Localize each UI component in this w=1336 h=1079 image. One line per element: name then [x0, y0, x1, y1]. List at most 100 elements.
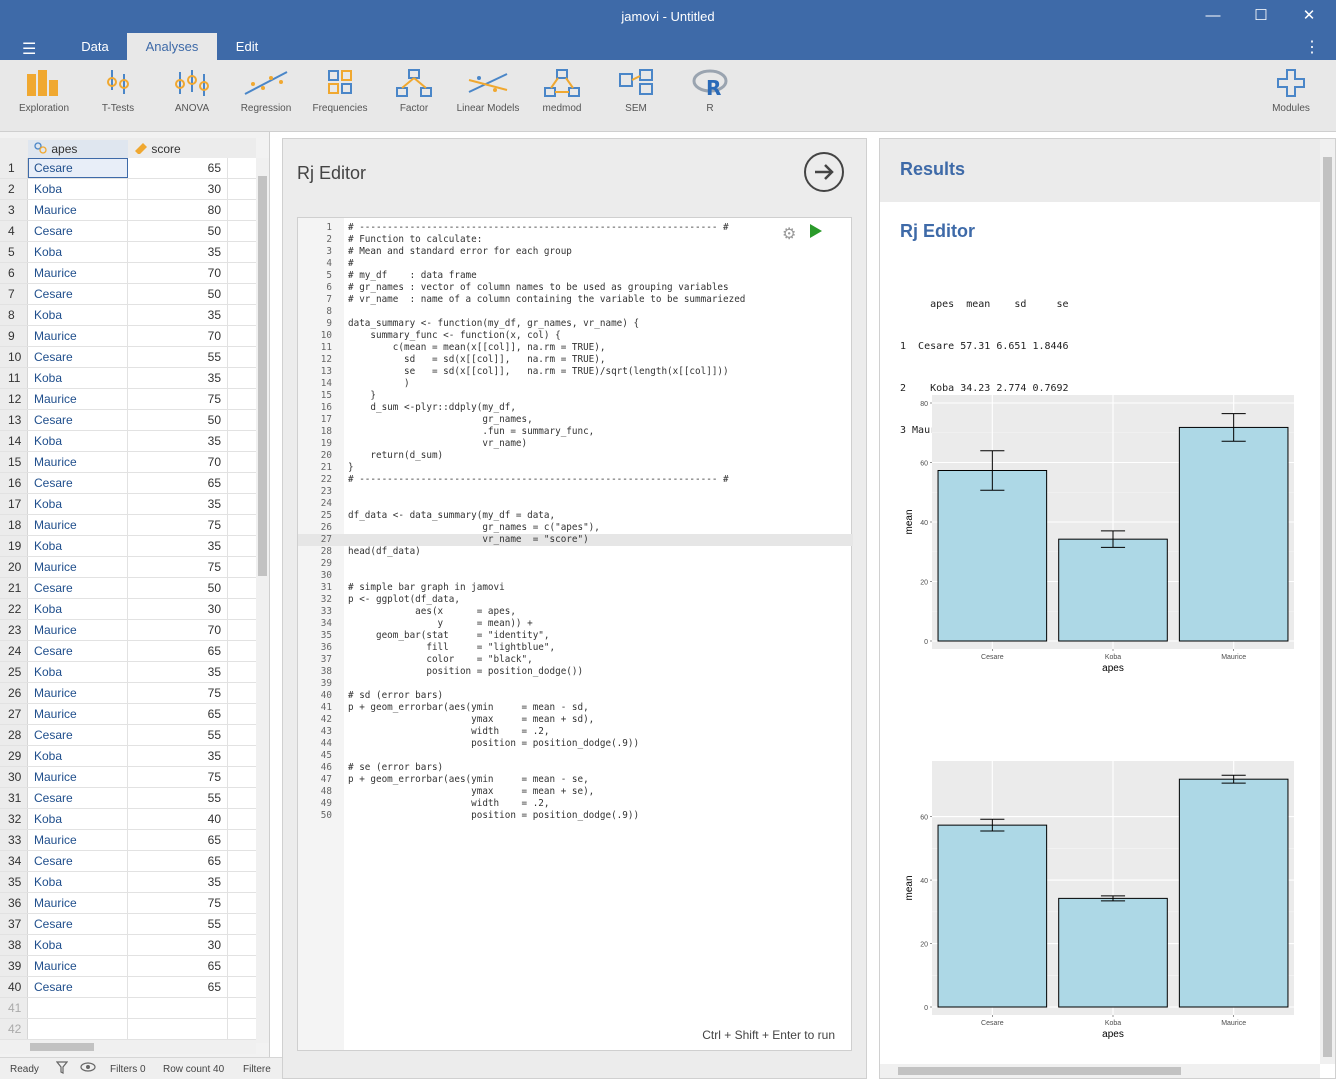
hamburger-menu-icon[interactable]: ☰ [22, 39, 36, 59]
cell-score[interactable]: 55 [128, 914, 228, 934]
linear-models-button[interactable]: Linear Models [452, 68, 524, 114]
cell-score[interactable]: 65 [128, 851, 228, 871]
code-line[interactable]: 24 [298, 498, 853, 510]
analysis-title[interactable]: Rj Editor [900, 221, 975, 242]
row-number[interactable]: 2 [0, 179, 28, 199]
code-line[interactable]: 48 ymax = mean + se), [298, 786, 853, 798]
row-number[interactable]: 28 [0, 725, 28, 745]
cell-apes[interactable]: Cesare [28, 788, 128, 808]
eye-icon[interactable] [80, 1061, 96, 1076]
cell-apes[interactable] [28, 1019, 128, 1039]
code-line[interactable]: 11 c(mean = mean(x[[col]], na.rm = TRUE)… [298, 342, 853, 354]
code-line[interactable]: 7 # vr_name : name of a column containing… [298, 294, 853, 306]
cell-score[interactable]: 30 [128, 179, 228, 199]
code-line[interactable]: 21} [298, 462, 853, 474]
cell-apes[interactable]: Koba [28, 179, 128, 199]
cell-score[interactable]: 70 [128, 452, 228, 472]
code-line[interactable]: 15 } [298, 390, 853, 402]
row-number[interactable]: 23 [0, 620, 28, 640]
sem-button[interactable]: SEM [600, 68, 672, 114]
close-button[interactable]: ✕ [1286, 4, 1332, 28]
table-row[interactable]: 6 Maurice 70 [0, 263, 256, 284]
maximize-button[interactable]: ☐ [1238, 4, 1284, 28]
row-number[interactable]: 27 [0, 704, 28, 724]
cell-score[interactable]: 75 [128, 557, 228, 577]
row-number[interactable]: 9 [0, 326, 28, 346]
data-grid[interactable]: 1 Cesare 65 2 Koba 30 3 Maurice 80 4 Cesare 50 5 Koba… [0, 158, 256, 1043]
table-row[interactable]: 5 Koba 35 [0, 242, 256, 263]
row-number[interactable]: 16 [0, 473, 28, 493]
cell-score[interactable]: 35 [128, 662, 228, 682]
results-horizontal-scrollbar[interactable] [880, 1064, 1320, 1078]
vertical-scrollbar[interactable] [256, 158, 269, 1043]
row-number[interactable]: 11 [0, 368, 28, 388]
cell-apes[interactable]: Cesare [28, 410, 128, 430]
tab-edit[interactable]: Edit [222, 33, 272, 60]
filter-icon[interactable] [55, 1061, 69, 1077]
cell-apes[interactable]: Koba [28, 872, 128, 892]
anova-button[interactable]: ANOVA [156, 68, 228, 114]
cell-score[interactable]: 75 [128, 767, 228, 787]
cell-apes[interactable]: Cesare [28, 158, 128, 178]
cell-score[interactable]: 80 [128, 200, 228, 220]
cell-score[interactable]: 75 [128, 515, 228, 535]
table-row[interactable]: 29 Koba 35 [0, 746, 256, 767]
code-line[interactable]: 2 # Function to calculate: [298, 234, 853, 246]
table-row[interactable]: 34 Cesare 65 [0, 851, 256, 872]
row-number[interactable]: 5 [0, 242, 28, 262]
cell-score[interactable]: 50 [128, 410, 228, 430]
scroll-thumb[interactable] [258, 176, 267, 576]
minimize-button[interactable]: — [1190, 4, 1236, 28]
code-line[interactable]: 4 # [298, 258, 853, 270]
row-number[interactable]: 20 [0, 557, 28, 577]
row-number[interactable]: 36 [0, 893, 28, 913]
table-row[interactable]: 20 Maurice 75 [0, 557, 256, 578]
cell-apes[interactable]: Koba [28, 305, 128, 325]
table-row[interactable]: 17 Koba 35 [0, 494, 256, 515]
cell-apes[interactable]: Maurice [28, 620, 128, 640]
play-icon[interactable] [810, 224, 822, 238]
table-row[interactable]: 7 Cesare 50 [0, 284, 256, 305]
code-line[interactable]: 20 return(d_sum) [298, 450, 853, 462]
cell-apes[interactable]: Cesare [28, 914, 128, 934]
row-number[interactable]: 7 [0, 284, 28, 304]
table-row[interactable]: 23 Maurice 70 [0, 620, 256, 641]
cell-score[interactable]: 65 [128, 830, 228, 850]
cell-apes[interactable]: Koba [28, 662, 128, 682]
scroll-thumb[interactable] [898, 1067, 1181, 1075]
cell-score[interactable]: 35 [128, 872, 228, 892]
code-line[interactable]: 34 y = mean)) + [298, 618, 853, 630]
cell-apes[interactable]: Cesare [28, 851, 128, 871]
ttests-button[interactable]: T-Tests [82, 68, 154, 114]
row-number[interactable]: 21 [0, 578, 28, 598]
row-number[interactable]: 40 [0, 977, 28, 997]
cell-score[interactable]: 40 [128, 809, 228, 829]
cell-apes[interactable]: Maurice [28, 557, 128, 577]
code-line[interactable]: 19 vr_name) [298, 438, 853, 450]
cell-score[interactable]: 55 [128, 725, 228, 745]
table-row[interactable]: 21 Cesare 50 [0, 578, 256, 599]
code-line[interactable]: 42 ymax = mean + sd), [298, 714, 853, 726]
cell-apes[interactable]: Koba [28, 494, 128, 514]
row-number[interactable]: 14 [0, 431, 28, 451]
code-line[interactable]: 3 # Mean and standard error for each grou… [298, 246, 853, 258]
table-row[interactable]: 3 Maurice 80 [0, 200, 256, 221]
exploration-button[interactable]: Exploration [8, 68, 80, 114]
code-line[interactable]: 13 se = sd(x[[col]], na.rm = TRUE)/sqrt(… [298, 366, 853, 378]
row-number[interactable]: 6 [0, 263, 28, 283]
row-number[interactable]: 19 [0, 536, 28, 556]
cell-score[interactable]: 30 [128, 935, 228, 955]
cell-apes[interactable]: Koba [28, 599, 128, 619]
modules-button[interactable]: Modules [1255, 68, 1327, 114]
row-number[interactable]: 41 [0, 998, 28, 1018]
table-row[interactable]: 40 Cesare 65 [0, 977, 256, 998]
cell-apes[interactable]: Cesare [28, 578, 128, 598]
table-row[interactable]: 26 Maurice 75 [0, 683, 256, 704]
code-line[interactable]: 36 fill = "lightblue", [298, 642, 853, 654]
factor-button[interactable]: Factor [378, 68, 450, 114]
cell-apes[interactable]: Koba [28, 746, 128, 766]
more-options-icon[interactable]: ⋮ [1304, 37, 1320, 57]
table-row[interactable]: 14 Koba 35 [0, 431, 256, 452]
code-line[interactable]: 14 ) [298, 378, 853, 390]
row-number[interactable]: 30 [0, 767, 28, 787]
